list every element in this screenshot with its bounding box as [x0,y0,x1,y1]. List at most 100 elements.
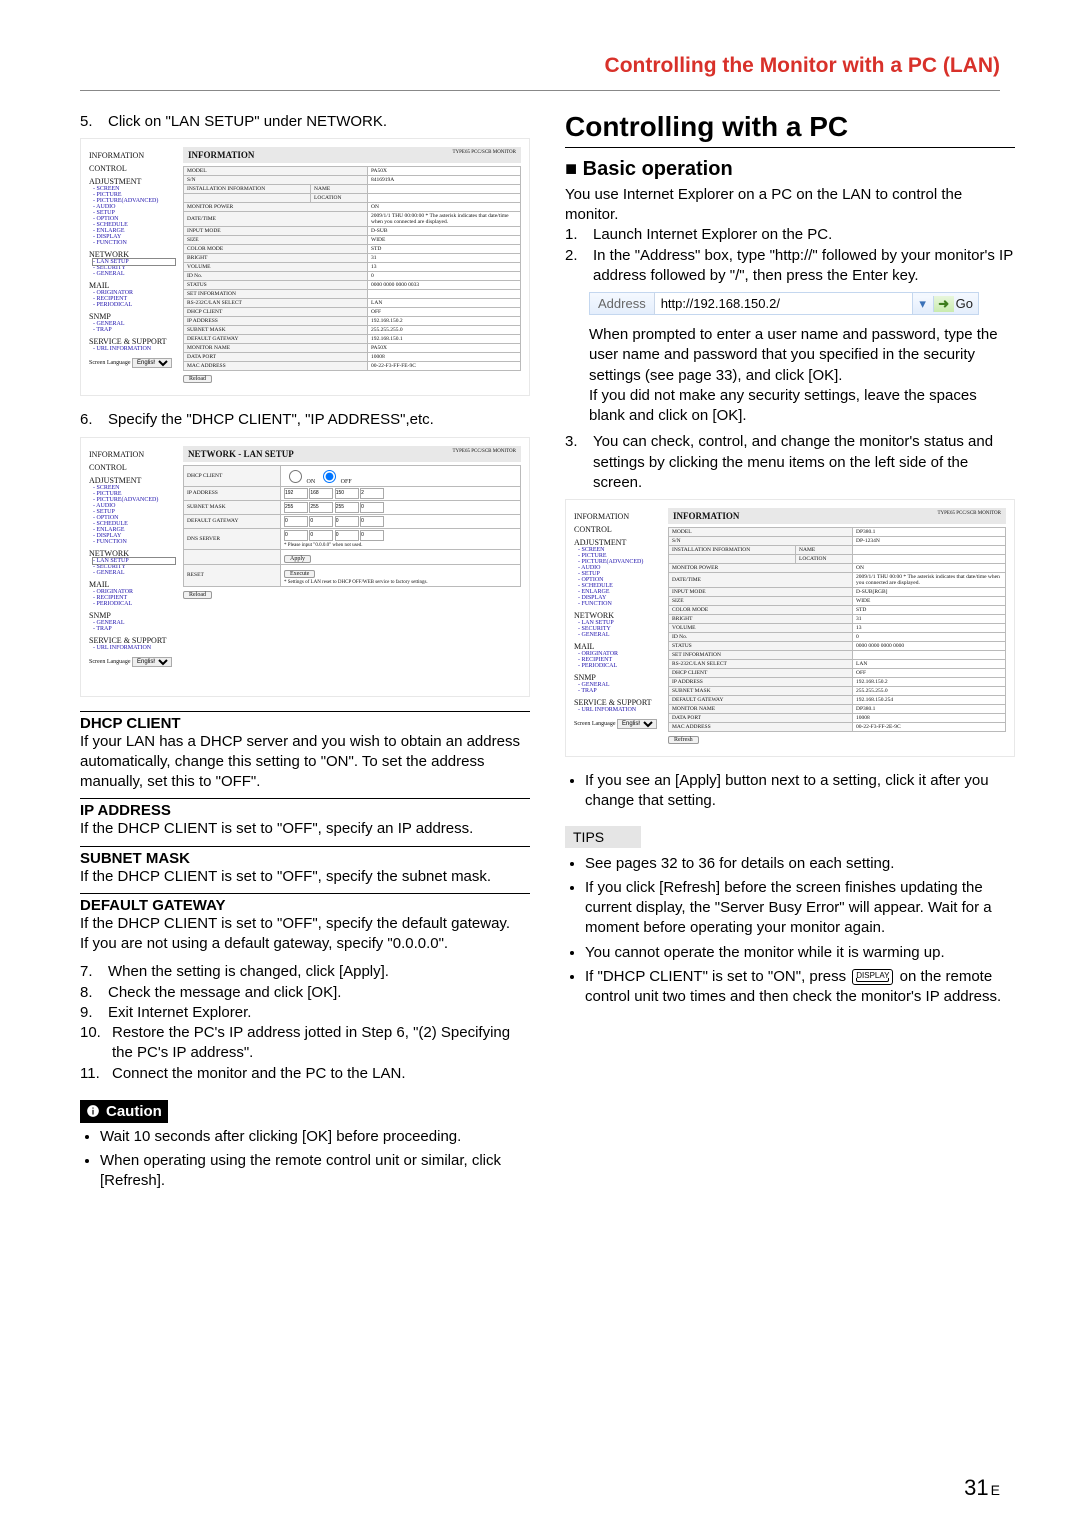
go-label[interactable]: Go [954,293,979,314]
ip-octet[interactable] [335,502,359,513]
nav-group[interactable]: NETWORK [89,250,175,259]
cap3-title: INFORMATION [673,511,739,521]
caution-item-2: When operating using the remote control … [100,1151,530,1192]
cap1-table: MODELPA50XS/N8416919AINSTALLATION INFORM… [183,166,521,371]
address-field[interactable]: http://192.168.150.2/ [655,293,913,314]
address-dropdown-icon[interactable]: ▾ [913,296,934,312]
tips-list: See pages 32 to 36 for details on each s… [565,854,1015,1008]
step-5: 5. Click on "LAN SETUP" under NETWORK. [80,112,530,132]
prompt-text-b: If you did not make any security setting… [589,386,1015,427]
right-step-1: 1. Launch Internet Explorer on the PC. [565,225,1015,245]
nav-link[interactable]: - TRAP [93,626,175,632]
cap2-sub: TYPE65 PCC/SCB MONITOR [452,449,516,459]
ip-octet[interactable] [284,530,308,541]
nav-group[interactable]: SERVICE & SUPPORT [89,337,175,346]
nav-link[interactable]: - FUNCTION [93,539,175,545]
tip-1: See pages 32 to 36 for details on each s… [585,854,1015,874]
ip-octet[interactable] [284,516,308,527]
address-label: Address [590,293,655,314]
nav-link[interactable]: - PERIODICAL [93,302,175,308]
cap2-reload-button[interactable]: Reload [183,591,212,599]
ip-octet[interactable] [360,502,384,513]
ip-octet[interactable] [284,502,308,513]
nav-group[interactable]: MAIL [89,281,175,290]
cap3-sidebar: INFORMATIONCONTROLADJUSTMENT- SCREEN- PI… [574,508,660,744]
ip-octet[interactable] [360,516,384,527]
language-select[interactable]: English [132,657,172,667]
tip-3: You cannot operate the monitor while it … [585,943,1015,963]
nav-group[interactable]: SNMP [574,673,660,682]
default-gateway-text-b: If you are not using a default gateway, … [80,934,530,954]
ip-octet[interactable] [309,488,333,499]
nav-link[interactable]: - TRAP [93,327,175,333]
nav-link[interactable]: - URL INFORMATION [578,707,660,713]
language-select[interactable]: English [617,719,657,729]
go-arrow-icon[interactable]: ➜ [934,296,954,312]
nav-group[interactable]: ADJUSTMENT [574,538,660,547]
nav-group[interactable]: ADJUSTMENT [89,476,175,485]
ip-octet[interactable] [360,530,384,541]
nav-group[interactable]: SERVICE & SUPPORT [89,636,175,645]
ip-octet[interactable] [335,530,359,541]
nav-link[interactable]: - FUNCTION [93,240,175,246]
nav-group[interactable]: MAIL [89,580,175,589]
ip-octet[interactable] [309,530,333,541]
nav-link[interactable]: - URL INFORMATION [93,645,175,651]
ip-octet[interactable] [309,516,333,527]
nav-link[interactable]: - URL INFORMATION [93,346,175,352]
tips-bar: TIPS [565,826,641,848]
cap1-reload-button[interactable]: Reload [183,375,212,383]
step-8: 8.Check the message and click [OK]. [80,983,530,1003]
execute-button[interactable]: Execute [284,570,315,578]
nav-link[interactable]: - GENERAL [578,632,660,638]
tip-4: If "DHCP CLIENT" is set to "ON", press D… [585,967,1015,1008]
ip-octet[interactable] [284,488,308,499]
nav-group[interactable]: SERVICE & SUPPORT [574,698,660,707]
language-select[interactable]: English [132,358,172,368]
ip-octet[interactable] [335,516,359,527]
page-number-value: 31 [964,1475,988,1500]
step-6-text: Specify the "DHCP CLIENT", "IP ADDRESS",… [108,410,434,430]
nav-link[interactable]: - PERIODICAL [93,601,175,607]
ip-octet[interactable] [335,488,359,499]
nav-link[interactable]: - FUNCTION [578,601,660,607]
apply-note: If you see an [Apply] button next to a s… [585,771,1015,812]
page-number-suffix: E [991,1482,1000,1498]
nav-group[interactable]: ADJUSTMENT [89,177,175,186]
page-header-title: Controlling the Monitor with a PC (LAN) [605,54,1000,78]
ip-address-title: IP ADDRESS [80,798,530,819]
ip-octet[interactable] [360,488,384,499]
nav-group[interactable]: NETWORK [574,611,660,620]
caution-bar: Caution [80,1100,168,1123]
caution-list: Wait 10 seconds after clicking [OK] befo… [80,1127,530,1192]
language-selector: Screen Language English [89,358,175,368]
nav-group[interactable]: INFORMATION [574,512,660,521]
nav-link[interactable]: - GENERAL [93,570,175,576]
nav-group[interactable]: MAIL [574,642,660,651]
nav-group[interactable]: NETWORK [89,549,175,558]
subnet-mask-text: If the DHCP CLIENT is set to "OFF", spec… [80,867,530,887]
nav-group[interactable]: SNMP [89,611,175,620]
nav-group[interactable]: SNMP [89,312,175,321]
cap2-form: DHCP CLIENT ON OFFIP ADDRESS SUBNET MASK… [183,465,521,587]
display-button-icon: DISPLAY [852,969,893,985]
dhcp-on-radio[interactable] [289,470,302,483]
ip-octet[interactable] [309,502,333,513]
caution-item-1: Wait 10 seconds after clicking [OK] befo… [100,1127,530,1147]
dhcp-off-radio[interactable] [323,470,336,483]
info-icon [86,1104,100,1118]
nav-group[interactable]: INFORMATION [89,450,175,459]
nav-group[interactable]: CONTROL [89,463,175,472]
right-step-2: 2. In the "Address" box, type "http://" … [565,246,1015,287]
nav-link[interactable]: - PERIODICAL [578,663,660,669]
subnet-mask-title: SUBNET MASK [80,846,530,867]
nav-link[interactable]: - GENERAL [93,271,175,277]
nav-link[interactable]: - TRAP [578,688,660,694]
nav-group[interactable]: INFORMATION [89,151,175,160]
nav-group[interactable]: CONTROL [89,164,175,173]
apply-button[interactable]: Apply [284,555,311,563]
step-5-num: 5. [80,112,98,132]
step-11: 11.Connect the monitor and the PC to the… [80,1064,530,1084]
cap3-refresh-button[interactable]: Refresh [668,736,699,744]
nav-group[interactable]: CONTROL [574,525,660,534]
